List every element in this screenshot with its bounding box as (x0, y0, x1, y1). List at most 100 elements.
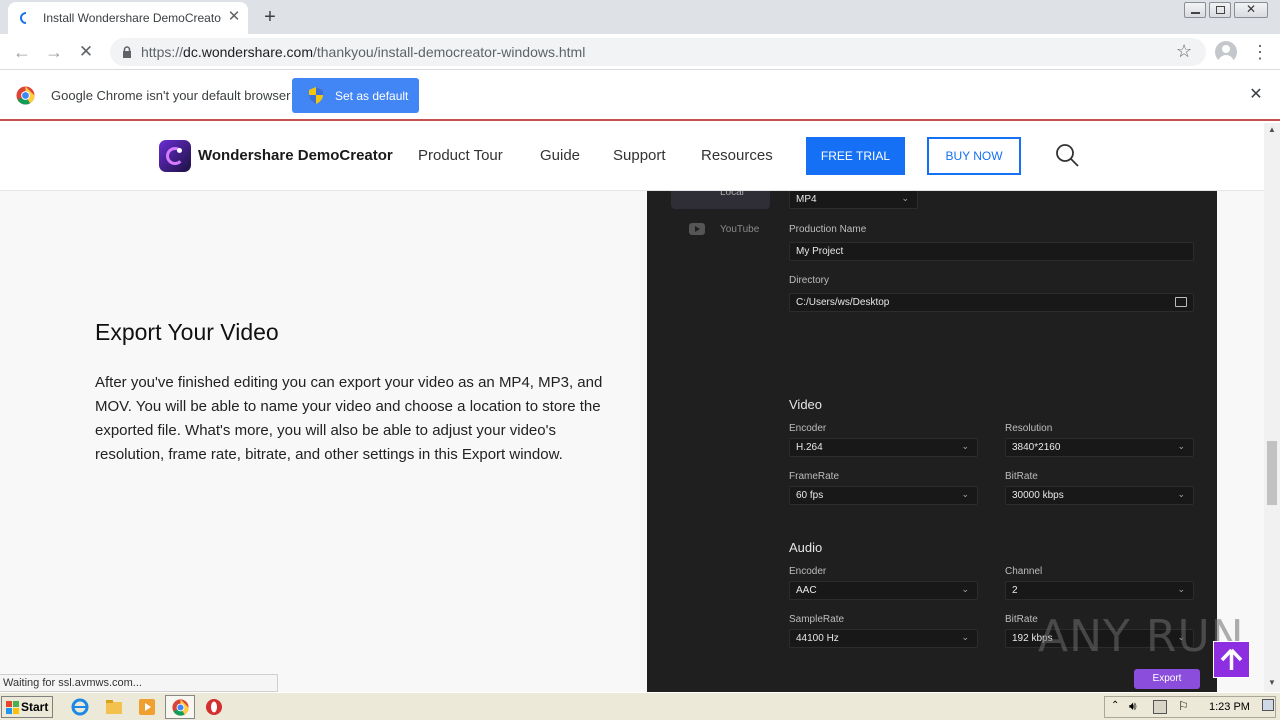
video-encoder-value: H.264 (796, 442, 823, 453)
close-icon: ✕ (1246, 2, 1257, 16)
volume-icon[interactable]: 🔊︎ (1129, 699, 1137, 714)
stop-loading-icon[interactable]: ✕ (74, 40, 98, 64)
infobar-message: Google Chrome isn't your default browser (51, 88, 291, 103)
profile-avatar-icon[interactable] (1215, 41, 1237, 63)
tab-strip: Install Wondershare DemoCreator S ✕ + ✕ (0, 0, 1280, 34)
opera-icon[interactable] (204, 697, 224, 717)
network-icon[interactable] (1153, 700, 1167, 714)
chevron-down-icon: ⌄ (961, 441, 969, 451)
channel-select: 2 ⌄ (1005, 581, 1194, 600)
minimize-button[interactable] (1184, 2, 1206, 18)
scroll-up-icon[interactable]: ▲ (1264, 123, 1280, 137)
media-player-icon[interactable] (137, 697, 157, 717)
sidebar-item-local: Local (671, 187, 770, 209)
windows-taskbar: Start ⌃ 🔊︎ ⚐ 1:23 PM (0, 692, 1280, 720)
scroll-to-top-button[interactable] (1213, 641, 1250, 678)
internet-explorer-icon[interactable] (70, 697, 90, 717)
search-icon[interactable] (1055, 143, 1079, 167)
audio-encoder-select: AAC ⌄ (789, 581, 978, 600)
restore-icon (1216, 6, 1225, 14)
youtube-icon (689, 223, 705, 235)
brand-name[interactable]: Wondershare DemoCreator (198, 147, 393, 164)
resolution-select: 3840*2160 ⌄ (1005, 438, 1194, 457)
set-as-default-button[interactable]: Set as default (292, 78, 419, 113)
export-button: Export (1134, 669, 1200, 689)
video-bitrate-value: 30000 kbps (1012, 490, 1064, 501)
chevron-down-icon: ⌄ (1177, 584, 1185, 594)
address-bar[interactable]: https://dc.wondershare.com/thankyou/inst… (110, 38, 1206, 66)
chevron-down-icon: ⌄ (961, 632, 969, 642)
production-name-label: Production Name (789, 224, 867, 235)
browser-toolbar: ← → ✕ https://dc.wondershare.com/thankyo… (0, 34, 1280, 70)
status-bubble: Waiting for ssl.avmws.com... (0, 674, 278, 692)
back-icon[interactable]: ← (10, 40, 34, 64)
format-value: MP4 (796, 194, 817, 205)
url-text: https://dc.wondershare.com/thankyou/inst… (141, 44, 585, 60)
democreator-logo-icon[interactable] (159, 140, 191, 172)
new-tab-icon[interactable]: + (258, 5, 282, 29)
chrome-icon (172, 699, 189, 716)
channel-label: Channel (1005, 566, 1043, 577)
directory-label: Directory (789, 275, 830, 286)
browser-tab[interactable]: Install Wondershare DemoCreator S ✕ (8, 2, 248, 34)
resolution-label: Resolution (1005, 423, 1053, 434)
framerate-value: 60 fps (796, 490, 824, 501)
chevron-down-icon: ⌄ (1177, 441, 1185, 451)
show-desktop-icon[interactable] (1262, 699, 1274, 711)
scroll-thumb[interactable] (1267, 441, 1277, 505)
audio-heading: Audio (789, 540, 823, 555)
channel-value: 2 (1012, 585, 1018, 596)
infobar-close-icon[interactable]: ✕ (1247, 86, 1265, 104)
set-as-default-label: Set as default (335, 89, 409, 103)
default-browser-infobar: Google Chrome isn't your default browser… (0, 70, 1280, 121)
production-name-value: My Project (796, 246, 844, 257)
buy-now-button[interactable]: BUY NOW (927, 137, 1021, 175)
page-viewport: Local YouTube MP4 ⌄ Production Name My Pr… (0, 123, 1264, 692)
free-trial-button[interactable]: FREE TRIAL (806, 137, 905, 175)
tab-close-icon[interactable]: ✕ (226, 9, 242, 25)
nav-support[interactable]: Support (613, 147, 666, 164)
directory-field: C:/Users/ws/Desktop (789, 293, 1194, 312)
scroll-down-icon[interactable]: ▼ (1264, 676, 1280, 690)
samplerate-value: 44100 Hz (796, 633, 839, 644)
section-body: After you've finished editing you can ex… (95, 374, 603, 463)
page-scrollbar[interactable]: ▲ ▼ (1264, 123, 1280, 692)
video-bitrate-label: BitRate (1005, 471, 1038, 482)
windows-flag-icon (6, 701, 19, 714)
video-heading: Video (789, 397, 823, 412)
section-title: Export Your Video (95, 319, 279, 345)
url-scheme: https:// (141, 44, 184, 60)
clock[interactable]: 1:23 PM (1209, 701, 1250, 713)
folder-icon (1175, 297, 1187, 307)
chrome-logo-icon (16, 86, 35, 105)
nav-product-tour[interactable]: Product Tour (418, 147, 503, 164)
url-path: /thankyou/install-democreator-windows.ht… (312, 44, 586, 60)
framerate-label: FrameRate (789, 471, 840, 482)
audio-bitrate-label: BitRate (1005, 614, 1038, 625)
chevron-down-icon: ⌄ (961, 584, 969, 594)
chrome-menu-icon[interactable]: ⋮ (1251, 41, 1269, 63)
framerate-select: 60 fps ⌄ (789, 486, 978, 505)
format-select: MP4 ⌄ (789, 190, 918, 209)
nav-guide[interactable]: Guide (540, 147, 580, 164)
samplerate-select: 44100 Hz ⌄ (789, 629, 978, 648)
video-encoder-select: H.264 ⌄ (789, 438, 978, 457)
tab-title: Install Wondershare DemoCreator S (43, 11, 221, 25)
start-label: Start (21, 700, 49, 714)
bookmark-star-icon[interactable]: ☆ (1176, 41, 1192, 62)
lock-icon (123, 46, 131, 58)
taskbar-chrome-button[interactable] (165, 695, 195, 719)
show-hidden-icons-icon[interactable]: ⌃ (1111, 700, 1119, 711)
start-button[interactable]: Start (1, 696, 53, 718)
action-center-flag-icon[interactable]: ⚐ (1178, 699, 1189, 713)
chevron-down-icon: ⌄ (1177, 489, 1185, 499)
directory-value: C:/Users/ws/Desktop (796, 297, 890, 308)
arrow-up-icon (1220, 648, 1243, 670)
file-explorer-icon[interactable] (104, 697, 124, 717)
forward-icon[interactable]: → (42, 40, 66, 64)
video-bitrate-select: 30000 kbps ⌄ (1005, 486, 1194, 505)
restore-button[interactable] (1209, 2, 1231, 18)
window-close-button[interactable]: ✕ (1234, 2, 1268, 18)
shield-icon (309, 87, 323, 104)
nav-resources[interactable]: Resources (701, 147, 773, 164)
